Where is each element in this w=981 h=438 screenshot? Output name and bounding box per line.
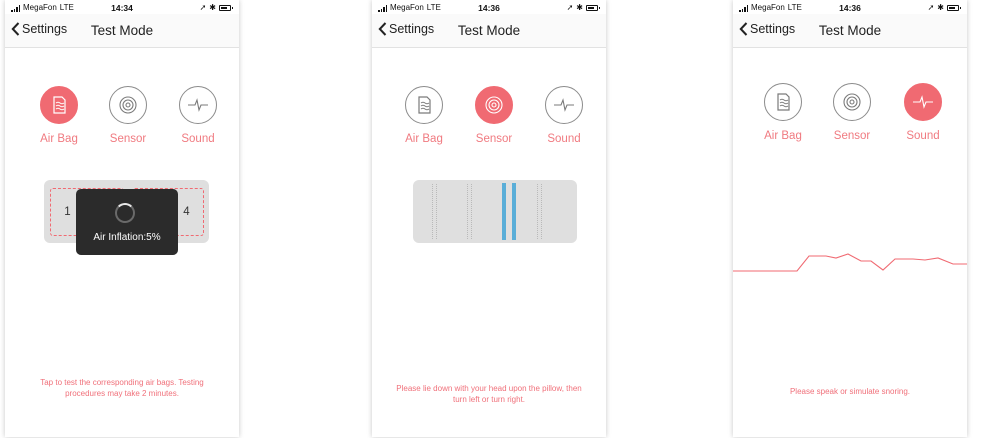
airbag-icon (777, 93, 790, 111)
mode-sensor-button[interactable]: Sensor (464, 86, 524, 145)
instruction-text: Tap to test the corresponding air bags. … (40, 378, 204, 398)
status-icons: ➚ ✱ (927, 3, 961, 12)
sound-wave-icon (188, 98, 208, 112)
sensor-strip (537, 184, 538, 239)
bluetooth-icon: ✱ (209, 3, 216, 12)
sensor-strip-active (502, 183, 506, 240)
location-icon: ➚ (566, 3, 574, 12)
sound-wave-icon (913, 95, 933, 109)
sensor-strip (471, 184, 472, 239)
status-icons: ➚ ✱ (566, 3, 600, 12)
mode-label: Sound (547, 133, 581, 145)
status-bar: MegaFon LTE 14:34 ➚ ✱ (5, 0, 239, 14)
sensor-panel (413, 180, 577, 243)
airbag-icon (53, 96, 66, 114)
mode-sound-button[interactable]: Sound (534, 86, 594, 145)
page-title: Test Mode (90, 23, 154, 38)
screen-sound: MegaFon LTE 14:36 ➚ ✱ Settings Test Mode… (733, 0, 967, 437)
mode-sensor-button[interactable]: Sensor (822, 83, 882, 142)
mode-airbag-button[interactable]: Air Bag (394, 86, 454, 145)
bluetooth-icon: ✱ (576, 3, 583, 12)
page-title: Test Mode (818, 23, 882, 38)
mode-label: Sound (181, 133, 215, 145)
screen-airbag: MegaFon LTE 14:34 ➚ ✱ Settings Test Mode… (5, 0, 239, 437)
bluetooth-icon: ✱ (937, 3, 944, 12)
mode-label: Sound (906, 130, 940, 142)
sensor-icon (843, 93, 861, 111)
nav-bar: Settings Test Mode (372, 14, 606, 48)
mode-label: Air Bag (405, 133, 443, 145)
mode-sound-button[interactable]: Sound (168, 86, 228, 145)
sensor-icon (119, 96, 137, 114)
inflation-toast: Air Inflation:5% (76, 189, 178, 255)
nav-bar: Settings Test Mode (733, 14, 967, 48)
sensor-strip-active (512, 183, 516, 240)
sound-waveform (733, 253, 967, 272)
mode-sensor-button[interactable]: Sensor (98, 86, 158, 145)
sensor-strip (467, 184, 468, 239)
sensor-strip (436, 184, 437, 239)
loading-spinner-icon (115, 203, 135, 223)
sound-wave-icon (554, 98, 574, 112)
mode-label: Sensor (475, 133, 513, 145)
mode-sound-button[interactable]: Sound (893, 83, 953, 142)
airbag-icon (418, 96, 431, 114)
instruction-text: Please lie down with your head upon the … (396, 384, 582, 404)
status-bar: MegaFon LTE 14:36 ➚ ✱ (372, 0, 606, 14)
sensor-icon (485, 96, 503, 114)
battery-icon (947, 4, 961, 11)
page-title: Test Mode (457, 23, 521, 38)
mode-label: Air Bag (764, 130, 802, 142)
toast-message: Air Inflation:5% (93, 232, 161, 243)
sensor-strip (432, 184, 433, 239)
status-bar: MegaFon LTE 14:36 ➚ ✱ (733, 0, 967, 14)
screen-sensor: MegaFon LTE 14:36 ➚ ✱ Settings Test Mode… (372, 0, 606, 437)
mode-airbag-button[interactable]: Air Bag (753, 83, 813, 142)
mode-label: Air Bag (40, 133, 78, 145)
sensor-strip (541, 184, 542, 239)
battery-icon (586, 4, 600, 11)
location-icon: ➚ (927, 3, 935, 12)
battery-icon (219, 4, 233, 11)
instruction-text: Please speak or simulate snoring. (789, 387, 911, 396)
status-icons: ➚ ✱ (199, 3, 233, 12)
mode-label: Sensor (833, 130, 871, 142)
nav-bar: Settings Test Mode (5, 14, 239, 48)
mode-label: Sensor (109, 133, 147, 145)
location-icon: ➚ (199, 3, 207, 12)
mode-airbag-button[interactable]: Air Bag (29, 86, 89, 145)
